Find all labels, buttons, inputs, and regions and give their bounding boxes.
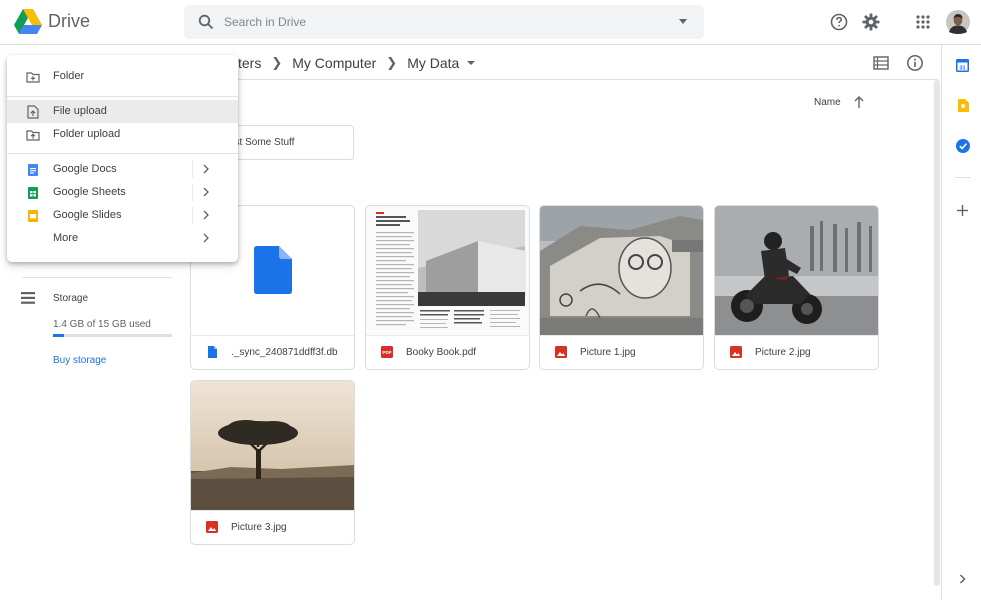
file-name: Booky Book.pdf	[406, 347, 477, 358]
view-details-info-icon[interactable]	[906, 54, 924, 72]
help-icon[interactable]	[829, 12, 849, 32]
breadcrumb-separator-icon: ❯	[386, 55, 398, 70]
file-footer: ._sync_240871ddff3f.db	[191, 335, 354, 369]
file-footer: Picture 1.jpg	[540, 335, 703, 369]
file-thumbnail	[366, 206, 529, 335]
pdf-page-preview	[366, 206, 529, 335]
file-card[interactable]: Picture 1.jpg	[539, 205, 704, 370]
folder-upload-icon	[26, 130, 40, 141]
search-options-caret-icon[interactable]	[679, 19, 687, 24]
search-input[interactable]	[224, 13, 654, 31]
menu-item-folder-upload[interactable]: Folder upload	[7, 123, 238, 146]
file-name: Picture 3.jpg	[231, 522, 287, 533]
drive-logo-icon[interactable]	[14, 9, 42, 34]
breadcrumb-separator-icon: ❯	[271, 55, 283, 70]
account-avatar[interactable]	[946, 10, 970, 34]
menu-label-folder-upload: Folder upload	[53, 128, 121, 140]
storage-usage-fill	[53, 334, 65, 337]
tasks-icon[interactable]	[956, 139, 970, 153]
file-thumbnail	[540, 206, 703, 335]
file-card[interactable]: Picture 3.jpg	[190, 380, 355, 545]
image-preview	[191, 381, 354, 510]
side-panel-divider	[955, 177, 971, 178]
list-view-icon[interactable]	[873, 56, 889, 70]
file-thumbnail	[191, 381, 354, 510]
side-panel: 31	[941, 45, 981, 600]
menu-item-separator	[192, 207, 193, 224]
new-item-menu: Folder File upload Folder upload Google …	[7, 55, 238, 262]
sort-by-name[interactable]: Name	[814, 97, 841, 108]
file-name: Picture 2.jpg	[755, 347, 811, 358]
folder-menu-caret-icon[interactable]	[467, 61, 476, 65]
generic-document-icon	[254, 246, 292, 294]
menu-item-new-folder[interactable]: Folder	[7, 65, 238, 88]
doc-file-type-icon	[208, 346, 217, 358]
expand-panel-chevron-icon[interactable]	[959, 574, 966, 584]
submenu-chevron-icon[interactable]	[203, 164, 209, 174]
search-bar[interactable]	[184, 5, 704, 39]
submenu-chevron-icon[interactable]	[203, 210, 209, 220]
menu-divider	[7, 96, 238, 97]
breadcrumb-my-data[interactable]: My Data	[407, 55, 459, 71]
submenu-chevron-icon[interactable]	[203, 233, 209, 243]
file-footer: PDF Booky Book.pdf	[366, 335, 529, 369]
menu-label-file-upload: File upload	[53, 105, 107, 117]
google-docs-icon	[28, 164, 38, 176]
header-divider	[190, 79, 938, 80]
menu-item-separator	[192, 184, 193, 201]
settings-gear-icon[interactable]	[861, 12, 881, 32]
menu-item-file-upload[interactable]: File upload	[7, 100, 238, 123]
image-preview	[540, 206, 703, 335]
menu-label-google-docs: Google Docs	[53, 163, 117, 175]
apps-grid-icon[interactable]	[913, 12, 933, 32]
folder-name: ust Some Stuff	[229, 137, 295, 148]
file-card[interactable]: Picture 2.jpg	[714, 205, 879, 370]
menu-label-google-sheets: Google Sheets	[53, 186, 126, 198]
storage-icon	[21, 292, 35, 304]
file-card[interactable]: PDF Booky Book.pdf	[365, 205, 530, 370]
file-name: Picture 1.jpg	[580, 347, 636, 358]
top-bar: Drive	[0, 0, 981, 45]
file-upload-icon	[27, 105, 39, 119]
google-slides-icon	[28, 210, 38, 222]
calendar-day: 31	[959, 65, 965, 71]
file-footer: Picture 2.jpg	[715, 335, 878, 369]
menu-item-google-docs[interactable]: Google Docs	[7, 158, 238, 181]
calendar-icon[interactable]: 31	[956, 59, 969, 72]
menu-item-google-sheets[interactable]: Google Sheets	[7, 181, 238, 204]
file-thumbnail	[715, 206, 878, 335]
sidebar-divider	[22, 277, 172, 278]
breadcrumb-my-computer[interactable]: My Computer	[292, 55, 376, 71]
image-preview	[715, 206, 878, 335]
image-file-type-icon	[555, 346, 567, 358]
svg-text:PDF: PDF	[382, 350, 391, 355]
google-sheets-icon	[28, 187, 38, 199]
sort-arrow-up-icon[interactable]	[853, 95, 865, 109]
keep-icon[interactable]	[957, 99, 969, 112]
menu-label-more: More	[53, 232, 79, 244]
menu-item-more[interactable]: More	[7, 227, 238, 250]
search-icon[interactable]	[198, 14, 214, 30]
pdf-file-type-icon: PDF	[381, 346, 393, 358]
menu-divider	[7, 153, 238, 154]
file-footer: Picture 3.jpg	[191, 510, 354, 544]
menu-label-google-slides: Google Slides	[53, 209, 122, 221]
menu-label-folder: Folder	[53, 70, 85, 82]
scrollbar-thumb[interactable]	[934, 80, 940, 586]
file-name: ._sync_240871ddff3f.db	[231, 347, 338, 358]
menu-item-google-slides[interactable]: Google Slides	[7, 204, 238, 227]
buy-storage-link[interactable]: Buy storage	[53, 355, 106, 366]
image-file-type-icon	[206, 521, 218, 533]
storage-used-text: 1.4 GB of 15 GB used	[53, 319, 151, 330]
menu-item-separator	[192, 161, 193, 178]
app-name[interactable]: Drive	[48, 11, 90, 32]
storage-label[interactable]: Storage	[53, 293, 88, 304]
add-icon[interactable]	[957, 205, 968, 216]
breadcrumb-partial-root[interactable]: ters	[238, 55, 261, 71]
storage-usage-bar	[53, 334, 172, 337]
submenu-chevron-icon[interactable]	[203, 187, 209, 197]
image-file-type-icon	[730, 346, 742, 358]
new-folder-icon	[26, 72, 40, 83]
